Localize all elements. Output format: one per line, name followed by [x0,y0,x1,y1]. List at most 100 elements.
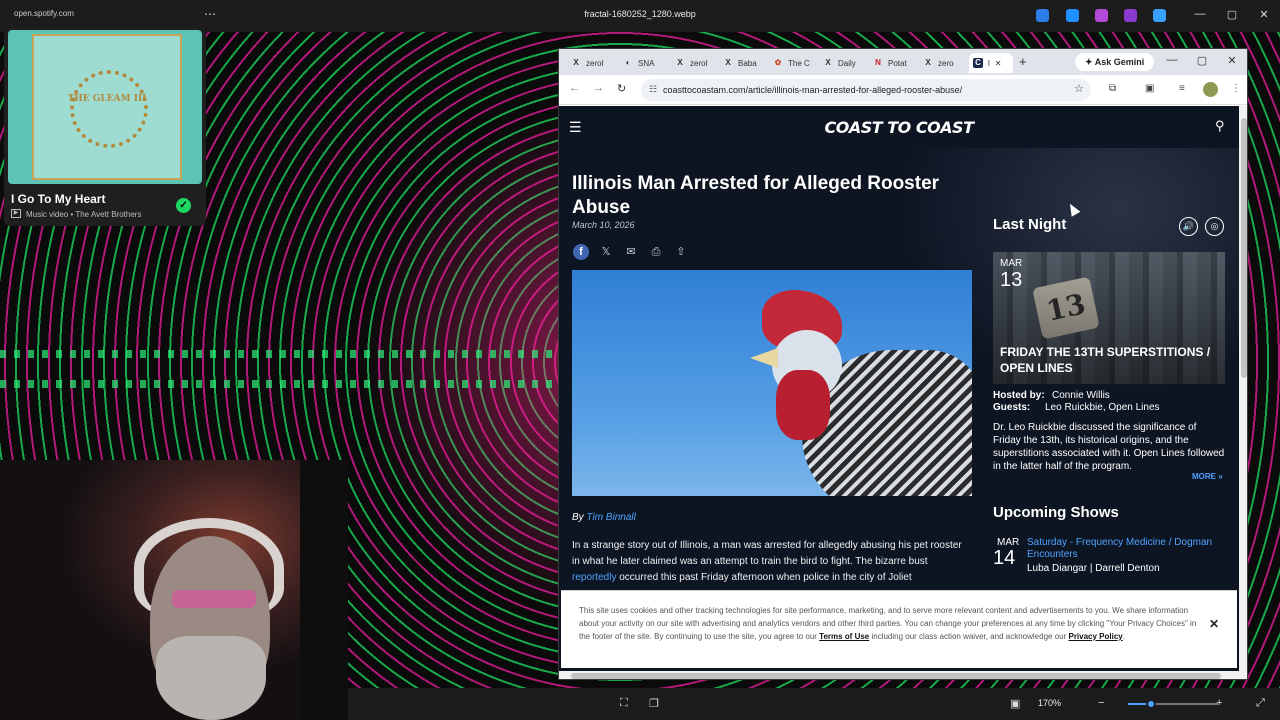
speaker-icon[interactable]: 🔊 [1179,217,1198,236]
horizontal-scroll-thumb[interactable] [571,673,1221,679]
address-text[interactable]: coasttocoastam.com/article/illinois-man-… [663,85,962,95]
flower-icon: ✿ [774,58,782,67]
upcoming-day: 14 [993,547,1016,569]
viewer-close-button[interactable]: ✕ [1254,8,1274,21]
copilot-icon[interactable] [1036,9,1049,22]
last-night-show-card[interactable]: 13 MAR 13 FRIDAY THE 13TH SUPERSTITIONS … [993,252,1225,384]
x-icon: X [825,58,831,67]
horizontal-scrollbar[interactable] [559,671,1239,679]
browser-tab[interactable]: Xzerol [567,53,615,73]
browser-tab[interactable]: ◐ SNA [619,53,667,73]
body-text: In a strange story out of Illinois, a ma… [572,540,962,567]
site-logo[interactable]: COAST TO COAST [559,118,1239,137]
browser-tab[interactable]: X Daily [819,53,867,73]
cookie-text: This site uses cookies and other trackin… [579,604,1205,643]
music-video-icon: ▶ [11,209,21,218]
browser-minimize-button[interactable]: — [1163,54,1181,66]
search-icon[interactable]: ⚲ [1215,118,1225,134]
zoom-slider-thumb[interactable] [1145,699,1156,709]
bookmark-star-icon[interactable]: ☆ [1074,82,1084,95]
screen-cast-icon[interactable]: ▣ [1145,83,1154,94]
podcast-icon[interactable]: ◎ [1205,217,1224,236]
browser-toolbar: ← → ↻ ☷ coasttocoastam.com/article/illin… [559,75,1247,105]
tray-app-icon[interactable] [1124,9,1137,22]
zoom-out-icon[interactable]: − [1098,697,1104,709]
guests-names: Leo Ruickbie, Open Lines [1045,402,1160,413]
tray-app-icon[interactable] [1066,9,1079,22]
fullscreen-icon[interactable]: ⤢ [1256,697,1265,710]
show-title[interactable]: FRIDAY THE 13TH SUPERSTITIONS / OPEN LIN… [1000,344,1222,376]
close-icon[interactable]: ✕ [1209,617,1219,631]
browser-tab[interactable]: ✿ The C [769,53,817,73]
zoom-in-icon[interactable]: + [1216,697,1222,709]
browser-tab[interactable]: Xzero [919,53,967,73]
profile-avatar[interactable] [1203,82,1218,97]
last-night-heading: Last Night [993,216,1067,233]
reload-button[interactable]: ↻ [617,82,626,95]
extensions-icon[interactable]: ⧉ [1109,83,1116,94]
tab-label: zerol [690,58,708,68]
tray-app-icon[interactable] [1153,9,1166,22]
share-icon[interactable]: ⇧ [673,244,689,260]
tab-close-icon[interactable]: ✕ [995,59,1002,68]
facebook-share-icon[interactable]: f [573,244,589,260]
ask-gemini-button[interactable]: ✦ Ask Gemini [1075,53,1155,71]
zoom-slider[interactable] [1128,699,1218,709]
show-description: Dr. Leo Ruickbie discussed the significa… [993,422,1225,472]
browser-tab[interactable]: N Potat [869,53,917,73]
tray-app-icon[interactable] [1095,9,1108,22]
site-header: ☰ COAST TO COAST ⚲ [559,106,1239,148]
x-icon: X [573,58,579,67]
upcoming-shows-heading: Upcoming Shows [993,504,1119,521]
fit-screen-icon[interactable]: ⛶ [620,697,628,710]
viewer-minimize-button[interactable]: — [1190,8,1210,20]
track-subtitle[interactable]: Music video • The Avett Brothers [26,210,141,219]
forward-button[interactable]: → [593,82,604,94]
privacy-policy-link[interactable]: Privacy Policy [1068,632,1122,641]
address-bar[interactable]: ☷ coasttocoastam.com/article/illinois-ma… [641,79,1091,101]
tab-label: SNA [638,58,655,68]
reportedly-link[interactable]: reportedly [572,572,616,583]
viewer-bottombar: ⛶ ❐ ▣ 170% − + ⤢ [348,688,1280,720]
album-title-text: THE GLEAM III [67,94,147,104]
album-cover: THE GLEAM III [32,34,182,180]
browser-tab[interactable]: Xzerol [671,53,719,73]
x-share-icon[interactable]: 𝕏 [598,244,614,260]
new-tab-button[interactable]: + [1019,54,1027,69]
mini-player[interactable]: THE GLEAM III I Go To My Heart ▶ Music v… [4,28,206,226]
tab-label: zerol [586,58,604,68]
print-icon[interactable]: ⎙ [648,244,664,260]
reading-list-icon[interactable]: ≡ [1179,83,1185,94]
browser-tab-active[interactable]: Cl ✕ [969,53,1013,73]
browser-close-button[interactable]: ✕ [1223,54,1241,67]
browser-menu-icon[interactable]: ⋮ [1231,83,1241,94]
track-title[interactable]: I Go To My Heart [11,192,105,206]
saved-check-icon[interactable]: ✓ [176,198,191,213]
show-month: MAR [1000,258,1023,269]
tab-label: Potat [888,58,907,68]
vertical-scroll-thumb[interactable] [1241,118,1247,378]
article-byline: By Tim Binnall [572,512,636,523]
author-link[interactable]: Tim Binnall [586,512,635,523]
terms-of-use-link[interactable]: Terms of Use [819,632,869,641]
cookie-banner: This site uses cookies and other trackin… [561,590,1237,668]
article-title: Illinois Man Arrested for Alleged Rooste… [572,173,940,218]
beard-graphic [156,636,266,720]
browser-maximize-button[interactable]: ▢ [1193,54,1211,67]
upcoming-show-link[interactable]: Saturday - Frequency Medicine / Dogman E… [1027,537,1227,561]
back-button[interactable]: ← [569,82,580,94]
vertical-scrollbar[interactable] [1239,106,1247,679]
glasses-graphic [172,590,256,608]
crop-icon[interactable]: ❐ [649,697,659,710]
actual-size-icon[interactable]: ▣ [1010,697,1020,710]
rooster-wattle [776,370,830,440]
article-body: In a strange story out of Illinois, a ma… [572,538,972,586]
zoom-level-dropdown[interactable]: 170% [1038,698,1061,708]
web-page: ☰ COAST TO COAST ⚲ Illinois Man Arrested… [559,106,1239,679]
site-info-icon[interactable]: ☷ [649,84,657,95]
viewer-maximize-button[interactable]: ▢ [1222,8,1242,21]
browser-tab[interactable]: X Baba [719,53,767,73]
hosted-by-label: Hosted by: [993,390,1045,401]
more-link[interactable]: MORE » [1192,472,1223,481]
email-share-icon[interactable]: ✉ [623,244,639,260]
